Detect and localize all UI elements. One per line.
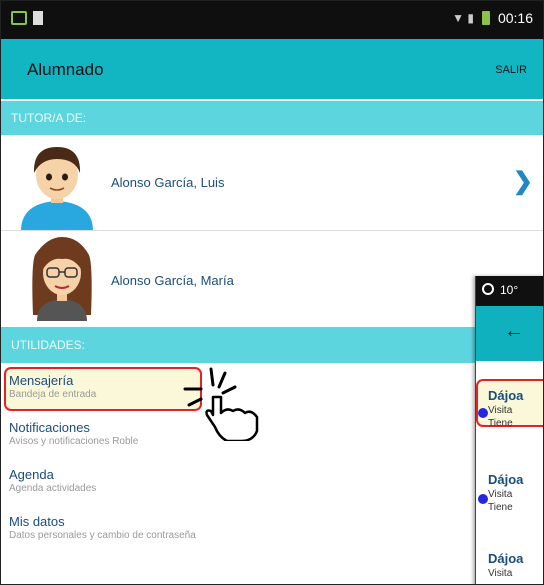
divider: [1, 230, 543, 231]
student-name: Alonso García, María: [111, 273, 234, 288]
logout-button[interactable]: SALIR: [495, 64, 527, 76]
message-line: Tiene: [488, 502, 513, 513]
overlay-status-bar: 10°: [476, 276, 543, 306]
menu-item-my-data[interactable]: Mis datos Datos personales y cambio de c…: [9, 514, 196, 541]
unread-dot-icon: [478, 494, 488, 504]
student-row-luis[interactable]: Alonso García, Luis ❯: [1, 139, 543, 231]
menu-item-subtitle: Bandeja de entrada: [9, 389, 97, 400]
message-line: Tiene: [488, 418, 513, 429]
menu-item-subtitle: Agenda actividades: [9, 483, 97, 494]
app-screen: ▼ ▮ 00:16 Alumnado SALIR TUTOR/A DE: Alo…: [0, 0, 544, 585]
menu-item-title: Agenda: [9, 467, 54, 482]
menu-item-subtitle: Avisos y notificaciones Roble: [9, 436, 139, 447]
boy-avatar: [21, 147, 93, 231]
cast-icon: [11, 11, 27, 25]
menu-item-title: Mensajería: [9, 373, 74, 388]
menu-item-agenda[interactable]: Agenda Agenda actividades: [9, 467, 96, 494]
message-title: Dájoa: [488, 388, 524, 403]
battery-icon: [481, 11, 490, 25]
app-title: Alumnado: [27, 60, 104, 79]
back-arrow-icon[interactable]: ←: [504, 320, 524, 343]
status-time: 00:16: [497, 10, 533, 26]
chevron-right-icon: ❯: [512, 168, 533, 195]
unread-dot-icon: [478, 408, 488, 418]
menu-item-title: Notificaciones: [9, 420, 90, 435]
menu-item-title: Mis datos: [9, 514, 65, 529]
message-item[interactable]: Dájoa Visita Tiene: [478, 388, 543, 429]
menu-item-messages[interactable]: Mensajería Bandeja de entrada: [9, 373, 96, 400]
message-title: Dájoa: [488, 472, 524, 487]
message-line: Visita: [488, 405, 513, 416]
signal-icon: ▼ ▮: [452, 11, 474, 25]
overlay-status-text: 10°: [500, 283, 519, 297]
message-item[interactable]: Dájoa Visita Tiene: [478, 472, 543, 513]
overlay-app-bar: ←: [476, 306, 543, 361]
status-bar: ▼ ▮ 00:16: [1, 1, 543, 39]
overlay-phone-screenshot: 10° ← Dájoa Visita Tiene Dájoa Visita Ti…: [475, 276, 543, 584]
utilities-section-header: UTILIDADES:: [1, 327, 543, 363]
message-line: Visita: [488, 568, 513, 579]
tutor-section-header: TUTOR/A DE:: [1, 101, 543, 135]
menu-item-subtitle: Datos personales y cambio de contraseña: [9, 530, 196, 541]
girl-avatar: [32, 237, 92, 321]
student-row-maria[interactable]: Alonso García, María: [1, 233, 543, 323]
tap-hand-icon: [183, 367, 259, 441]
whatsapp-icon: [482, 283, 494, 295]
message-title: Dájoa: [488, 551, 524, 566]
document-icon: [33, 11, 43, 25]
app-bar: Alumnado SALIR: [1, 39, 543, 99]
message-item[interactable]: Dájoa Visita: [478, 551, 543, 579]
student-name: Alonso García, Luis: [111, 175, 225, 190]
menu-item-notifications[interactable]: Notificaciones Avisos y notificaciones R…: [9, 420, 138, 447]
